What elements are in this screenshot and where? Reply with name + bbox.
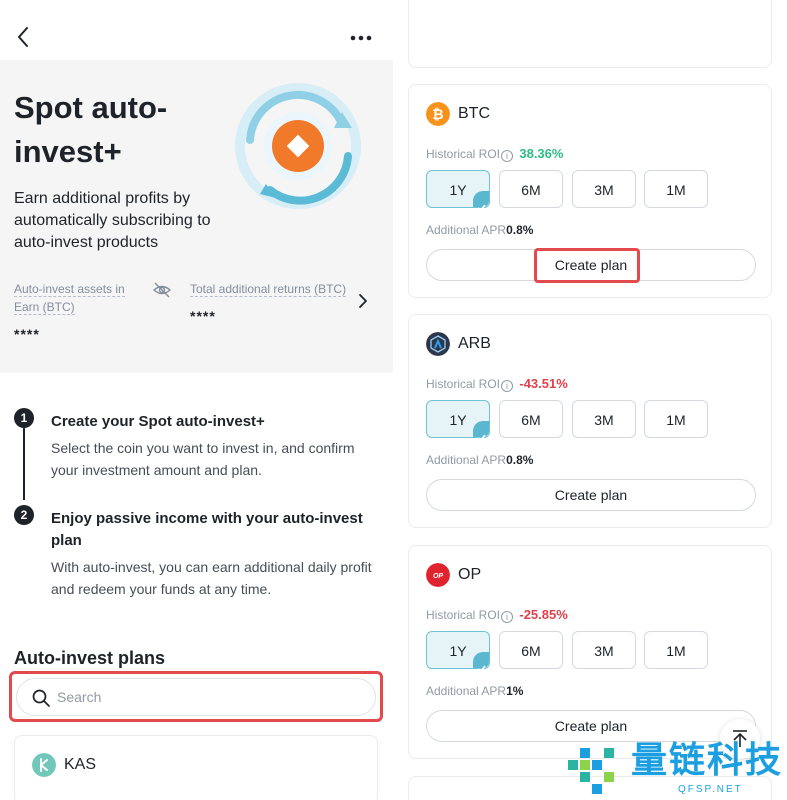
coin-name: ARB xyxy=(458,335,491,352)
step-desc-1: Select the coin you want to invest in, a… xyxy=(51,440,355,478)
hero-banner: Spot auto-invest+ Earn additional profit… xyxy=(0,60,393,373)
svg-text:OP: OP xyxy=(433,573,443,580)
period-1m[interactable]: 1M xyxy=(644,631,708,669)
period-6m[interactable]: 6M xyxy=(499,631,563,669)
arb-coin-icon xyxy=(426,332,450,356)
step-number-2: 2 xyxy=(14,505,34,525)
step-title-2: Enjoy passive income with your auto-inve… xyxy=(51,510,363,549)
chevron-right-icon[interactable] xyxy=(357,293,369,309)
additional-apr: Additional APR0.8% xyxy=(426,453,534,467)
page-title: Spot auto-invest+ xyxy=(14,90,168,169)
plan-card-btc: ₿ BTC Historical ROI i 38.36% 1Y 6M 3M 1M… xyxy=(408,84,772,298)
hide-balance-icon[interactable] xyxy=(153,282,171,298)
create-plan-button[interactable]: Create plan xyxy=(426,710,756,742)
op-coin-icon: OP xyxy=(426,563,450,587)
step-desc-2: With auto-invest, you can earn additiona… xyxy=(51,559,372,597)
check-icon xyxy=(473,191,489,212)
left-screen: Spot auto-invest+ Earn additional profit… xyxy=(0,0,393,800)
historical-roi: Historical ROI i -43.51% xyxy=(426,376,568,392)
create-plan-button[interactable]: Create plan xyxy=(426,249,756,281)
arrow-up-icon xyxy=(733,730,747,747)
more-icon[interactable] xyxy=(349,26,373,50)
top-bar xyxy=(0,22,393,52)
check-icon xyxy=(473,652,489,673)
additional-apr: Additional APR0.8% xyxy=(426,223,534,237)
search-placeholder: Search xyxy=(57,689,102,705)
step-number-1: 1 xyxy=(14,408,34,428)
info-icon[interactable]: i xyxy=(501,150,514,162)
scroll-to-top-button[interactable] xyxy=(720,719,760,759)
roi-value: 38.36% xyxy=(519,146,564,161)
hero-description: Earn additional profits by automatically… xyxy=(14,190,211,251)
back-icon[interactable] xyxy=(14,24,34,50)
historical-roi: Historical ROI i 38.36% xyxy=(426,146,564,162)
plan-card-next xyxy=(408,776,772,800)
period-6m[interactable]: 6M xyxy=(499,170,563,208)
stat-assets-value: **** xyxy=(14,326,40,342)
step-connector xyxy=(23,428,25,500)
coin-name: BTC xyxy=(458,105,490,122)
right-screen: ₿ BTC Historical ROI i 38.36% 1Y 6M 3M 1M… xyxy=(397,0,787,800)
plan-card-previous xyxy=(408,0,772,68)
stat-returns-label[interactable]: Total additional returns (BTC) xyxy=(190,280,355,298)
period-1y[interactable]: 1Y xyxy=(426,631,490,673)
historical-roi: Historical ROI i -25.85% xyxy=(426,607,568,623)
check-icon xyxy=(473,421,489,442)
period-1m[interactable]: 1M xyxy=(644,170,708,208)
info-icon[interactable]: i xyxy=(501,380,514,392)
roi-value: -43.51% xyxy=(519,376,568,391)
coin-name: KAS xyxy=(64,756,97,773)
search-icon xyxy=(32,689,50,707)
period-1y[interactable]: 1Y xyxy=(426,170,490,212)
stat-returns-value: **** xyxy=(190,308,216,324)
roi-value: -25.85% xyxy=(519,607,568,622)
period-3m[interactable]: 3M xyxy=(572,170,636,208)
period-3m[interactable]: 3M xyxy=(572,631,636,669)
create-plan-button[interactable]: Create plan xyxy=(426,479,756,511)
period-3m[interactable]: 3M xyxy=(572,400,636,438)
auto-invest-illustration-icon xyxy=(235,83,361,209)
period-1m[interactable]: 1M xyxy=(644,400,708,438)
kas-coin-icon xyxy=(32,753,56,777)
search-input[interactable]: Search xyxy=(16,678,376,716)
svg-text:₿: ₿ xyxy=(432,106,443,122)
plan-card-op: OP OP Historical ROI i -25.85% 1Y 6M 3M 1… xyxy=(408,545,772,759)
info-icon[interactable]: i xyxy=(501,611,514,623)
plan-card-arb: ARB Historical ROI i -43.51% 1Y 6M 3M 1M … xyxy=(408,314,772,528)
coin-name: OP xyxy=(458,566,482,583)
plans-section-title: Auto-invest plans xyxy=(14,648,166,668)
additional-apr: Additional APR1% xyxy=(426,684,524,698)
plan-card-kas[interactable]: KAS xyxy=(14,735,378,800)
period-6m[interactable]: 6M xyxy=(499,400,563,438)
btc-coin-icon: ₿ xyxy=(426,102,450,126)
period-1y[interactable]: 1Y xyxy=(426,400,490,442)
step-title-1: Create your Spot auto-invest+ xyxy=(51,413,265,430)
stat-assets-label[interactable]: Auto-invest assets in Earn (BTC) xyxy=(14,280,144,316)
